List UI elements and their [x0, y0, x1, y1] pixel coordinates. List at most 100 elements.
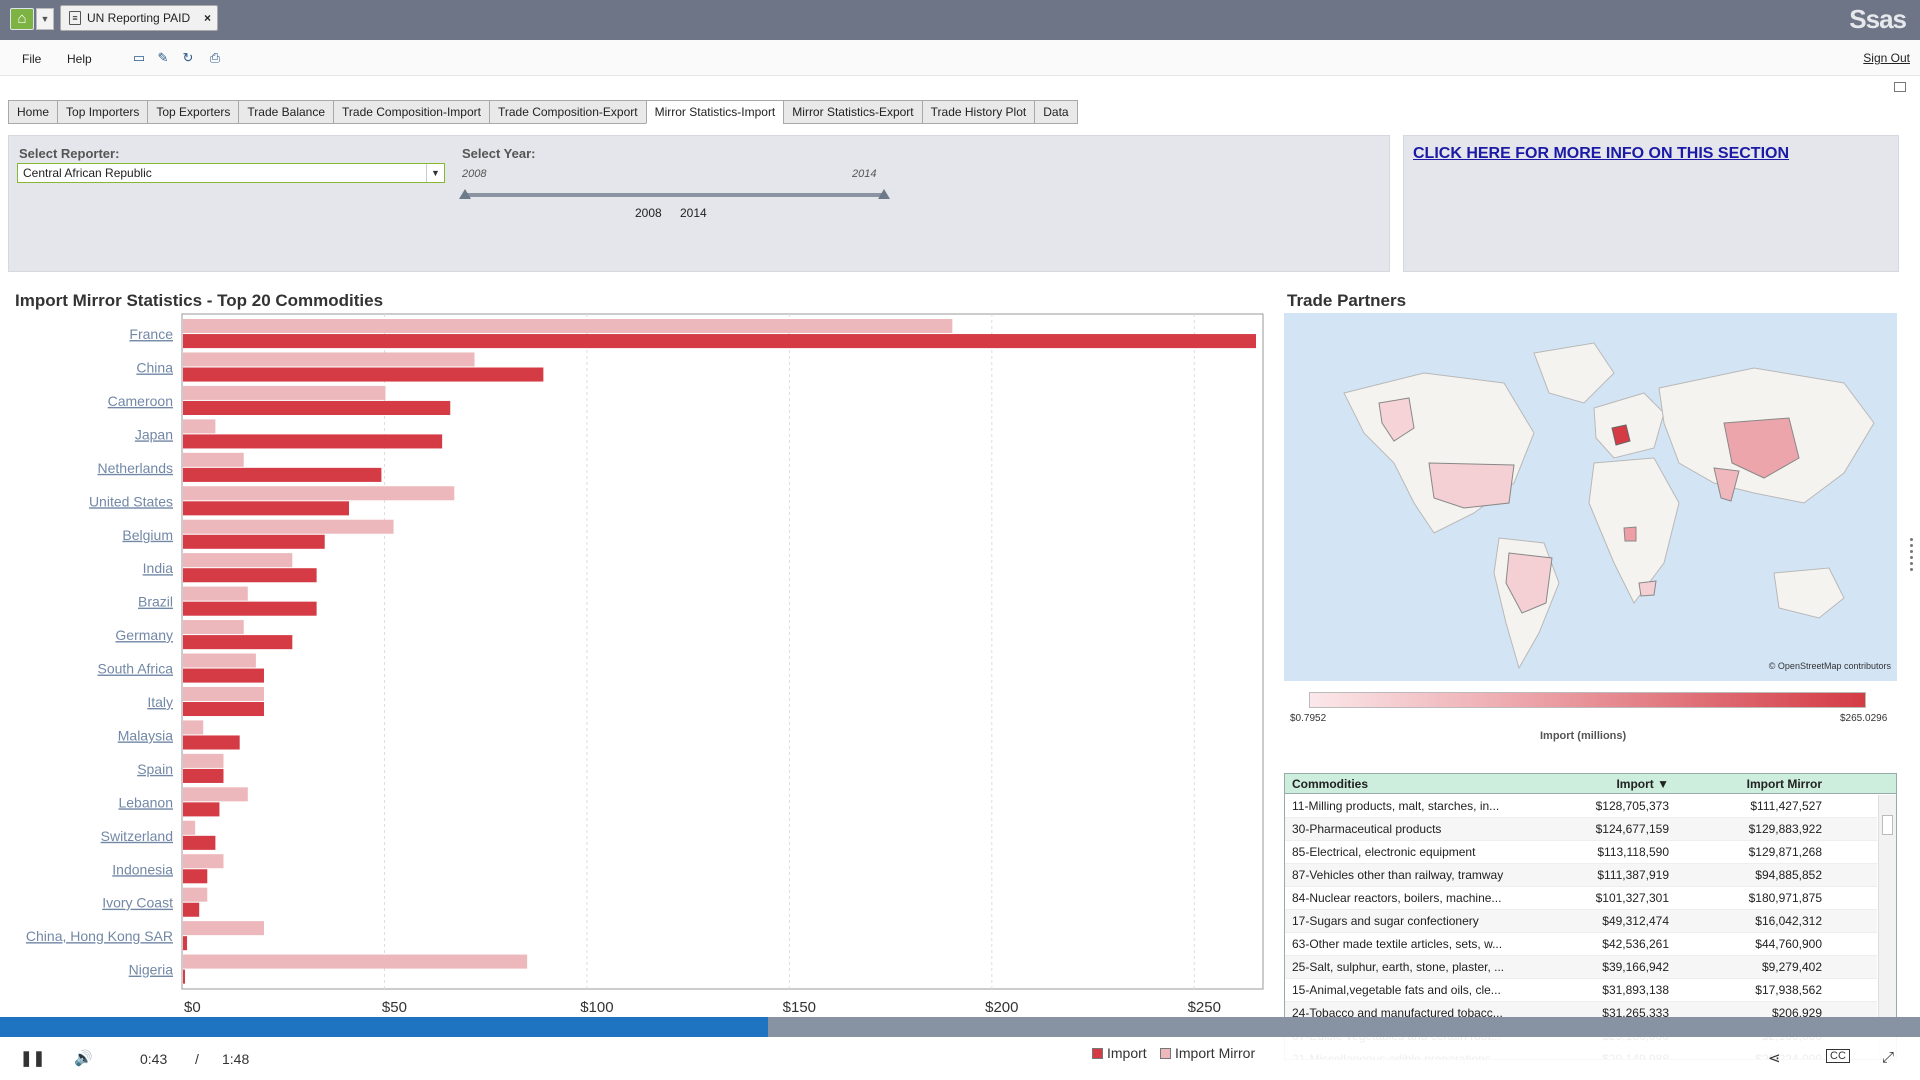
- tab-mirror-statistics-export[interactable]: Mirror Statistics-Export: [783, 100, 922, 124]
- video-player-controls: ❚❚ 🔊 0:43 / 1:48 Import Import Mirror ⋖ …: [0, 1037, 1920, 1080]
- volume-icon[interactable]: 🔊: [74, 1049, 93, 1067]
- tab-trade-balance[interactable]: Trade Balance: [238, 100, 334, 124]
- category-label[interactable]: China, Hong Kong SAR: [26, 928, 173, 944]
- bar-import-mirror: [183, 921, 264, 936]
- world-map-graphic: [1343, 342, 1875, 670]
- table-row[interactable]: 63-Other made textile articles, sets, w.…: [1285, 933, 1877, 956]
- map-india: [1713, 467, 1740, 502]
- category-label[interactable]: Japan: [135, 426, 173, 442]
- tab-mirror-statistics-import[interactable]: Mirror Statistics-Import: [645, 100, 784, 124]
- edit-icon[interactable]: ✎: [155, 50, 171, 66]
- category-label[interactable]: China: [136, 360, 173, 376]
- category-label[interactable]: Indonesia: [112, 861, 173, 877]
- year-slider-end-handle[interactable]: [878, 189, 890, 199]
- year-slider-track[interactable]: [465, 193, 885, 197]
- tab-data[interactable]: Data: [1034, 100, 1078, 124]
- category-label[interactable]: United States: [89, 493, 173, 509]
- filter-panel: Select Reporter: Central African Republi…: [8, 135, 1390, 272]
- column-header-import-mirror[interactable]: Import Mirror: [1680, 777, 1822, 791]
- category-label[interactable]: Spain: [137, 761, 173, 777]
- tab-home[interactable]: Home: [8, 100, 58, 124]
- tab-top-exporters[interactable]: Top Exporters: [147, 100, 239, 124]
- category-label[interactable]: Italy: [147, 694, 173, 710]
- column-header-commodities[interactable]: Commodities: [1292, 777, 1368, 791]
- side-panel-handle[interactable]: [1910, 535, 1916, 615]
- color-scale-max: $265.0296: [1840, 713, 1888, 724]
- category-label[interactable]: Brazil: [138, 594, 173, 610]
- x-tick-label: $50: [382, 999, 407, 1012]
- year-slider-start-handle[interactable]: [459, 189, 471, 199]
- table-row[interactable]: 17-Sugars and sugar confectionery $49,312…: [1285, 910, 1877, 933]
- year-selected-end: 2014: [680, 206, 707, 220]
- close-icon[interactable]: ×: [204, 6, 211, 30]
- category-label[interactable]: Lebanon: [118, 794, 173, 810]
- print-icon[interactable]: ⎙: [207, 50, 223, 66]
- open-folder-icon[interactable]: ▭: [131, 50, 147, 66]
- category-label[interactable]: Netherlands: [98, 460, 174, 476]
- map-australia: [1773, 567, 1845, 619]
- scrollbar-thumb[interactable]: [1882, 815, 1893, 835]
- document-tab[interactable]: ≡ UN Reporting PAID ×: [60, 5, 218, 31]
- share-icon[interactable]: ⋖: [1768, 1049, 1781, 1067]
- sign-out-link[interactable]: Sign Out: [1863, 51, 1910, 65]
- reporter-dropdown[interactable]: Central African Republic ▼: [17, 163, 445, 183]
- table-row[interactable]: 84-Nuclear reactors, boilers, machine...…: [1285, 887, 1877, 910]
- cell-import-mirror: $111,427,527: [1750, 799, 1822, 813]
- map-attribution: © OpenStreetMap contributors: [1768, 661, 1891, 671]
- menu-file[interactable]: File: [22, 52, 41, 66]
- year-label: Select Year:: [462, 146, 536, 161]
- bar-import-mirror: [183, 319, 953, 334]
- table-row[interactable]: 87-Vehicles other than railway, tramway $…: [1285, 864, 1877, 887]
- cell-import: $39,166,942: [1602, 960, 1669, 974]
- bar-import-mirror: [183, 753, 224, 768]
- category-label[interactable]: Germany: [115, 627, 173, 643]
- chevron-down-icon[interactable]: ▼: [426, 164, 444, 182]
- category-label[interactable]: Cameroon: [108, 393, 173, 409]
- cell-import: $31,893,138: [1602, 983, 1669, 997]
- tab-trade-composition-import[interactable]: Trade Composition-Import: [333, 100, 489, 124]
- bar-import: [183, 702, 264, 717]
- category-label[interactable]: Switzerland: [101, 828, 173, 844]
- tab-trade-composition-export[interactable]: Trade Composition-Export: [488, 100, 646, 124]
- table-row[interactable]: 25-Salt, sulphur, earth, stone, plaster,…: [1285, 956, 1877, 979]
- cell-commodity: 17-Sugars and sugar confectionery: [1292, 914, 1479, 928]
- home-icon[interactable]: ⌂: [10, 8, 34, 30]
- x-tick-label: $250: [1188, 999, 1221, 1012]
- bar-import-mirror: [183, 787, 248, 802]
- maximize-icon[interactable]: [1894, 82, 1906, 92]
- category-label[interactable]: Ivory Coast: [102, 895, 173, 911]
- bar-chart: $0 $50 $100 $150 $200 $250 France China Cameroon…: [26, 313, 1264, 1012]
- trade-partners-map[interactable]: © OpenStreetMap contributors: [1284, 313, 1897, 681]
- table-row[interactable]: 85-Electrical, electronic equipment $113,…: [1285, 841, 1877, 864]
- cell-import: $49,312,474: [1602, 914, 1669, 928]
- tab-top-importers[interactable]: Top Importers: [57, 100, 148, 124]
- category-label[interactable]: South Africa: [98, 661, 174, 677]
- fullscreen-icon[interactable]: ⤢: [1882, 1049, 1894, 1066]
- refresh-icon[interactable]: ↻: [180, 50, 196, 66]
- menu-help[interactable]: Help: [67, 52, 92, 66]
- plot-area: [181, 313, 1264, 990]
- more-info-link[interactable]: CLICK HERE FOR MORE INFO ON THIS SECTION: [1413, 145, 1789, 163]
- map-title: Trade Partners: [1287, 291, 1407, 310]
- info-panel: CLICK HERE FOR MORE INFO ON THIS SECTION: [1403, 135, 1899, 272]
- tab-trade-history-plot[interactable]: Trade History Plot: [921, 100, 1035, 124]
- table-row[interactable]: 30-Pharmaceutical products $124,677,159 $1…: [1285, 818, 1877, 841]
- home-dropdown-button[interactable]: ▼: [36, 8, 54, 30]
- video-progress-bar[interactable]: [0, 1017, 1920, 1037]
- cell-commodity: 11-Milling products, malt, starches, in.…: [1292, 799, 1500, 813]
- category-label[interactable]: Belgium: [122, 527, 173, 543]
- category-label[interactable]: Malaysia: [118, 727, 173, 743]
- table-row[interactable]: 15-Animal,vegetable fats and oils, cle..…: [1285, 979, 1877, 1002]
- cell-commodity: 15-Animal,vegetable fats and oils, cle..…: [1292, 983, 1501, 997]
- pause-icon[interactable]: ❚❚: [20, 1049, 45, 1067]
- bar-import: [183, 802, 220, 817]
- column-header-import[interactable]: Import ▼: [1525, 777, 1669, 791]
- bar-import: [183, 534, 325, 549]
- closed-captions-button[interactable]: CC: [1826, 1049, 1850, 1063]
- table-row[interactable]: 11-Milling products, malt, starches, in.…: [1285, 795, 1877, 818]
- category-label[interactable]: India: [143, 560, 174, 576]
- category-label[interactable]: Nigeria: [129, 962, 174, 978]
- time-separator: /: [195, 1051, 199, 1067]
- legend-import-mirror: Import Mirror: [1160, 1045, 1255, 1061]
- category-label[interactable]: France: [129, 326, 173, 342]
